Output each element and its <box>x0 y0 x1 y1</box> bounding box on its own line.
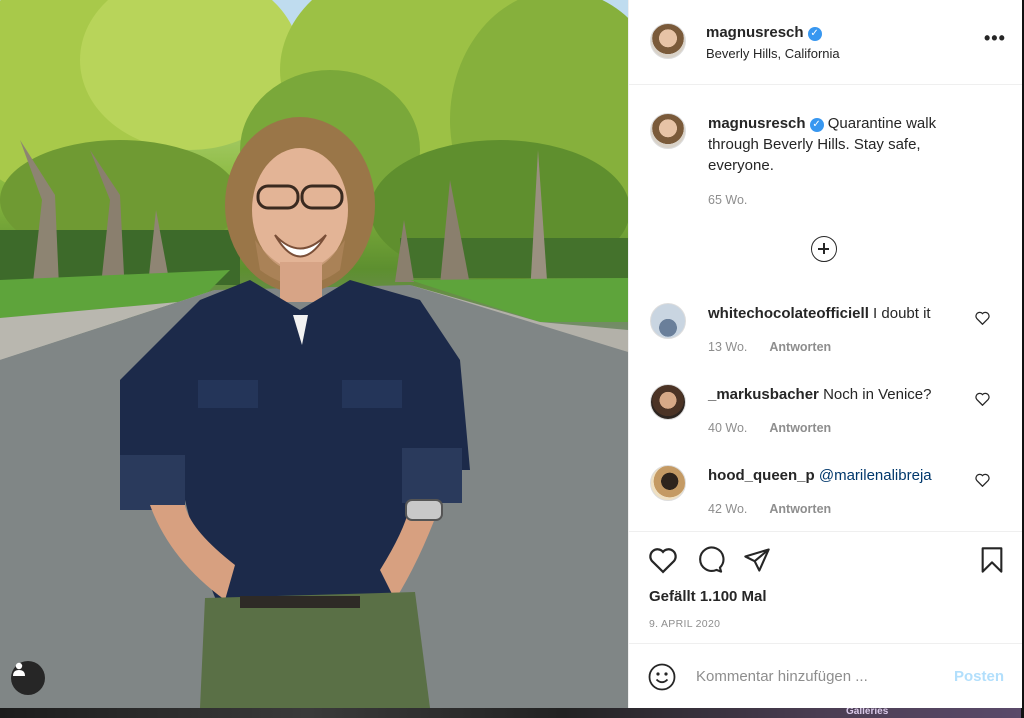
caption-avatar[interactable] <box>650 113 686 149</box>
background-strip: Galleries <box>0 706 1024 718</box>
comment-input[interactable]: Kommentar hinzufügen ... <box>696 668 868 685</box>
heart-icon[interactable] <box>975 392 990 406</box>
comment-meta: 42 Wo. Antworten <box>708 502 831 516</box>
user-tag-icon <box>13 662 25 676</box>
post-location[interactable]: Beverly Hills, California <box>706 46 840 61</box>
comment-username[interactable]: _markusbacher <box>708 386 819 403</box>
commenter-avatar[interactable] <box>650 384 686 420</box>
comment-time[interactable]: 13 Wo. <box>708 340 747 354</box>
post-photo[interactable] <box>0 0 628 708</box>
comment-body: _markusbacher Noch in Venice? <box>708 386 931 403</box>
share-icon[interactable] <box>742 546 772 574</box>
heart-icon[interactable] <box>975 473 990 487</box>
comment-username[interactable]: whitechocolateofficiell <box>708 305 869 322</box>
comment-composer: Kommentar hinzufügen ... Posten <box>629 643 1022 709</box>
comment-text: I doubt it <box>873 305 931 322</box>
commenter-avatar[interactable] <box>650 465 686 501</box>
comment-icon[interactable] <box>695 546 725 574</box>
post-panel: magnusresch ✓ Beverly Hills, California •… <box>628 0 1022 708</box>
caption-username[interactable]: magnusresch <box>708 115 806 132</box>
caption-time[interactable]: 65 Wo. <box>708 190 968 211</box>
post-date[interactable]: 9. APRIL 2020 <box>649 618 720 630</box>
reply-button[interactable]: Antworten <box>769 340 831 354</box>
user-tag-button[interactable] <box>11 661 45 695</box>
post-actions: Gefällt 1.100 Mal 9. APRIL 2020 <box>629 531 1022 644</box>
comment-time[interactable]: 42 Wo. <box>708 502 747 516</box>
verified-badge-icon: ✓ <box>807 27 822 41</box>
verified-badge-icon: ✓ <box>809 118 824 132</box>
comment-body: hood_queen_p @marilenalibreja <box>708 467 932 484</box>
comment-body: whitechocolateofficiell I doubt it <box>708 305 931 322</box>
add-circle-icon[interactable] <box>811 236 837 262</box>
commenter-avatar[interactable] <box>650 303 686 339</box>
comment-item: hood_queen_p @marilenalibreja 42 Wo. Antw… <box>629 465 1022 535</box>
comment-mention[interactable]: @marilenalibreja <box>819 467 932 484</box>
author-username[interactable]: magnusresch <box>706 24 804 41</box>
comment-time[interactable]: 40 Wo. <box>708 421 747 435</box>
comment-meta: 13 Wo. Antworten <box>708 340 831 354</box>
heart-icon[interactable] <box>648 546 678 574</box>
more-options-icon[interactable]: ••• <box>984 28 1006 49</box>
comment-item: whitechocolateofficiell I doubt it 13 Wo… <box>629 303 1022 373</box>
post-header: magnusresch ✓ Beverly Hills, California •… <box>629 0 1022 85</box>
reply-button[interactable]: Antworten <box>769 421 831 435</box>
comment-username[interactable]: hood_queen_p <box>708 467 815 484</box>
photo-scene <box>0 0 628 708</box>
likes-count[interactable]: Gefällt 1.100 Mal <box>649 588 767 605</box>
post-comment-button[interactable]: Posten <box>954 668 1004 685</box>
author-line: magnusresch ✓ <box>706 24 822 42</box>
bookmark-icon[interactable] <box>978 546 1006 574</box>
heart-icon[interactable] <box>975 311 990 325</box>
emoji-icon[interactable] <box>648 663 676 691</box>
author-avatar[interactable] <box>650 23 686 59</box>
comment-item: _markusbacher Noch in Venice? 40 Wo. Antw… <box>629 384 1022 454</box>
post-caption: magnusresch ✓ Quarantine walk through Bev… <box>708 113 968 211</box>
comment-text: Noch in Venice? <box>823 386 932 403</box>
comment-meta: 40 Wo. Antworten <box>708 421 831 435</box>
reply-button[interactable]: Antworten <box>769 502 831 516</box>
